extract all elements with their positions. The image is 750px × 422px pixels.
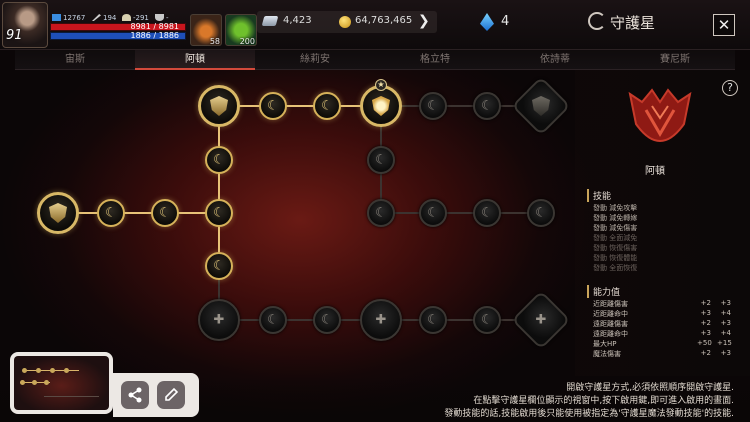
description-line: 在點擊守護星欄位顯示的視窗中,按下啟用鍵,即可進入啟用的畫面. xyxy=(473,396,734,406)
moon-icon: ☾ xyxy=(213,205,225,221)
star-node[interactable]: ☾ xyxy=(473,92,501,120)
moon-icon: ☾ xyxy=(267,312,279,328)
skill-item: 發動 減免攻擊 xyxy=(593,204,638,212)
moon-icon: ☾ xyxy=(213,152,225,168)
star-node[interactable] xyxy=(37,192,79,234)
star-node[interactable]: ☾ xyxy=(367,146,395,174)
moon-icon: ☾ xyxy=(105,205,117,221)
star-node[interactable]: ☾ xyxy=(205,146,233,174)
star-node[interactable] xyxy=(198,85,240,127)
share-button[interactable] xyxy=(121,381,149,409)
help-button[interactable]: ? xyxy=(722,80,738,96)
moon-icon: ☾ xyxy=(213,258,225,274)
skills-heading: 技能 xyxy=(587,189,611,202)
star-node[interactable]: ☾ xyxy=(313,92,341,120)
star-node[interactable]: ☾ xyxy=(419,199,447,227)
skill-item: 發動 減免轉嫁 xyxy=(593,214,638,222)
moon-icon: ☾ xyxy=(481,312,493,328)
star-node[interactable]: ☾ xyxy=(419,306,447,334)
cross-icon: ✚ xyxy=(375,312,387,328)
star-node-locked[interactable]: ✚ xyxy=(360,299,402,341)
star-node[interactable]: ☾ xyxy=(419,92,447,120)
moon-icon: ☾ xyxy=(481,205,493,221)
crest-icon xyxy=(210,96,228,116)
screenshot-preview[interactable] xyxy=(10,352,113,414)
ability-heading: 能力值 xyxy=(587,285,620,298)
skill-item-locked: 發動 全面恢復 xyxy=(593,264,638,272)
star-node[interactable]: ☾ xyxy=(205,252,233,280)
moon-icon: ☾ xyxy=(375,152,387,168)
crest-icon xyxy=(532,96,550,116)
star-node-current[interactable]: ★ xyxy=(360,79,402,127)
crest-icon xyxy=(372,96,390,116)
guardian-name: 阿頓 xyxy=(645,166,665,177)
star-node[interactable]: ☾ xyxy=(313,306,341,334)
moon-icon: ☾ xyxy=(375,205,387,221)
star-node[interactable]: ☾ xyxy=(367,199,395,227)
ability-row: 魔法傷害 +2 +3 xyxy=(593,349,731,358)
edit-button[interactable] xyxy=(157,381,185,409)
ability-row: 遠距離傷害 +2 +3 xyxy=(593,319,731,328)
star-node[interactable]: ☾ xyxy=(205,199,233,227)
cross-icon: ✚ xyxy=(213,312,225,328)
description-line: 開啟守護星方式,必須依照順序開啟守護星. xyxy=(566,383,734,393)
star-node[interactable]: ☾ xyxy=(473,199,501,227)
star-node[interactable]: ☾ xyxy=(259,306,287,334)
skill-item-locked: 發動 全面減免 xyxy=(593,234,638,242)
skill-item-locked: 發動 恢復傷害 xyxy=(593,244,638,252)
moon-icon: ☾ xyxy=(427,312,439,328)
moon-icon: ☾ xyxy=(321,98,333,114)
screenshot-toolbar xyxy=(113,373,199,417)
moon-icon: ☾ xyxy=(159,205,171,221)
star-node[interactable]: ☾ xyxy=(259,92,287,120)
moon-icon: ☾ xyxy=(321,312,333,328)
guardian-emblem-icon xyxy=(628,88,692,142)
star-node[interactable]: ☾ xyxy=(97,199,125,227)
skill-item: 發動 減免傷害 xyxy=(593,224,638,232)
share-icon xyxy=(128,387,142,403)
star-node[interactable]: ☾ xyxy=(527,199,555,227)
screenshot-thumbnail xyxy=(14,356,109,410)
game-screen: 91 12767 194 -291 - 8981 / 8981 1886 / 1… xyxy=(0,0,750,422)
cross-icon: ✚ xyxy=(535,312,547,328)
star-node[interactable]: ☾ xyxy=(473,306,501,334)
ability-row: 近距離傷害 +2 +3 xyxy=(593,299,731,308)
moon-icon: ☾ xyxy=(535,205,547,221)
ability-row: 遠距離命中 +3 +4 xyxy=(593,329,731,338)
moon-icon: ☾ xyxy=(427,205,439,221)
moon-icon: ☾ xyxy=(267,98,279,114)
star-badge-icon: ★ xyxy=(375,79,387,91)
pencil-icon xyxy=(165,387,179,401)
ability-row: 近距離命中 +3 +4 xyxy=(593,309,731,318)
moon-icon: ☾ xyxy=(481,98,493,114)
star-node[interactable]: ☾ xyxy=(151,199,179,227)
skill-item-locked: 發動 恢復體能 xyxy=(593,254,638,262)
moon-icon: ☾ xyxy=(427,98,439,114)
star-node-locked[interactable]: ✚ xyxy=(198,299,240,341)
description-line: 發動技能的話,技能啟用後只能使用被指定為'守護星魔法發動技能'的技能. xyxy=(444,409,734,419)
crest-icon xyxy=(49,203,67,223)
ability-row: 最大HP +50 +15 xyxy=(593,339,732,348)
